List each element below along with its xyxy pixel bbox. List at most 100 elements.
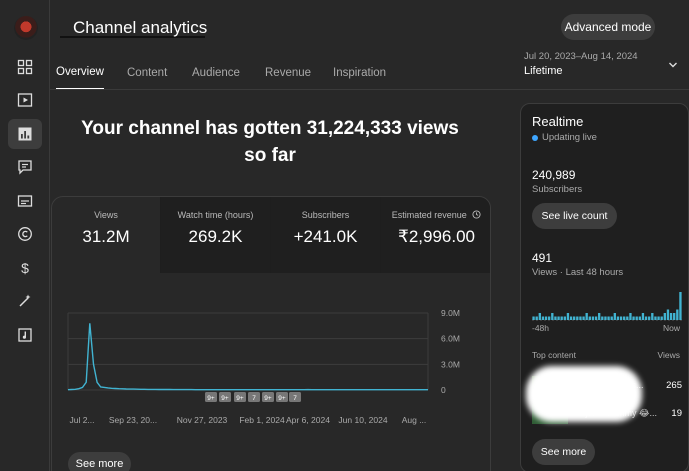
metric-tabs: Views 31.2M Watch time (hours) 269.2K Su…: [52, 197, 490, 273]
realtime-bar: [551, 313, 554, 320]
x-tick-label: Sep 23, 20...: [109, 415, 157, 425]
metric-label: Watch time (hours): [177, 210, 254, 220]
audio-library-icon[interactable]: [8, 320, 42, 350]
metric-label-text: Estimated revenue: [391, 210, 467, 220]
chart-marker-label: 7: [293, 395, 297, 402]
copyright-icon[interactable]: [8, 219, 42, 249]
tab-overview[interactable]: Overview: [56, 56, 104, 90]
metric-label: Estimated revenue: [392, 210, 482, 220]
banner-line-2: so far: [244, 145, 296, 166]
realtime-subscribers-label: Subscribers: [532, 184, 583, 195]
realtime-bar: [663, 313, 666, 320]
dashboard-icon[interactable]: [8, 52, 42, 82]
subtitles-icon[interactable]: [8, 186, 42, 216]
video-views: 265: [666, 380, 682, 391]
realtime-status: Updating live: [532, 132, 597, 143]
realtime-bar: [666, 309, 670, 320]
chart-marker-label: 9+: [236, 395, 244, 402]
tab-revenue[interactable]: Revenue: [265, 56, 311, 90]
y-tick-label: 3.0M: [441, 359, 460, 369]
realtime-bar: [626, 316, 629, 320]
header-divider: [50, 89, 689, 90]
see-more-button[interactable]: See more: [68, 452, 131, 471]
x-tick-label: Aug ...: [402, 415, 427, 425]
live-dot-icon: [532, 134, 538, 141]
tab-content[interactable]: Content: [127, 56, 167, 90]
metric-value: ₹2,996.00: [398, 227, 475, 246]
metric-value: 269.2K: [188, 227, 243, 246]
realtime-bar: [588, 316, 591, 320]
realtime-bar: [544, 316, 548, 320]
realtime-bar: [598, 313, 601, 320]
realtime-axis-end: Now: [662, 323, 680, 333]
realtime-bar: [594, 316, 598, 320]
realtime-bar: [585, 313, 588, 320]
realtime-status-text: Updating live: [542, 132, 597, 143]
date-period[interactable]: Lifetime: [524, 65, 563, 77]
realtime-bar: [532, 316, 535, 320]
metric-value: +241.0K: [293, 227, 358, 246]
chart-marker-label: 9+: [207, 395, 215, 402]
chevron-down-icon[interactable]: [668, 60, 678, 70]
top-content-label: Top content: [532, 350, 576, 360]
tab-audience[interactable]: Audience: [192, 56, 240, 90]
see-live-count-button[interactable]: See live count: [532, 203, 617, 229]
realtime-bar: [657, 316, 660, 320]
overview-card: Views 31.2M Watch time (hours) 269.2K Su…: [51, 196, 491, 471]
analytics-icon[interactable]: [8, 119, 42, 149]
realtime-bar: [560, 316, 563, 320]
metric-views[interactable]: Views 31.2M: [52, 197, 161, 273]
x-tick-label: Apr 6, 2024: [286, 415, 330, 425]
chart-marker-label: 7: [252, 395, 256, 402]
realtime-bar: [538, 313, 541, 320]
metric-subscribers[interactable]: Subscribers +241.0K: [271, 197, 381, 273]
metric-value: 31.2M: [82, 227, 130, 246]
realtime-bar: [535, 316, 538, 320]
metric-label: Views: [94, 210, 118, 220]
channel-avatar[interactable]: [14, 16, 38, 40]
y-tick-label: 9.0M: [441, 308, 460, 318]
left-rail: $: [0, 0, 50, 471]
date-range[interactable]: Jul 20, 2023–Aug 14, 2024: [524, 51, 638, 62]
realtime-bar: [651, 313, 654, 320]
chart-marker-label: 9+: [264, 395, 272, 402]
realtime-bar: [623, 316, 626, 320]
chart-marker-label: 9+: [278, 395, 286, 402]
metric-watch-time[interactable]: Watch time (hours) 269.2K: [161, 197, 271, 273]
realtime-bar: [569, 316, 573, 320]
views-banner: Your channel has gotten 31,224,333 views…: [55, 115, 485, 169]
redaction-blur: [526, 366, 642, 422]
realtime-bar: [541, 316, 545, 320]
realtime-bar: [629, 313, 632, 320]
realtime-bar: [557, 316, 560, 320]
realtime-bar: [632, 316, 635, 320]
realtime-bar: [579, 316, 582, 320]
realtime-views-label: Views · Last 48 hours: [532, 267, 624, 278]
comments-icon[interactable]: [8, 152, 42, 182]
realtime-bar-chart: [532, 292, 682, 321]
realtime-bar: [613, 313, 616, 320]
svg-text:$: $: [21, 260, 29, 276]
realtime-subscribers: 240,989: [532, 168, 576, 182]
views-column-label: Views: [657, 350, 680, 360]
advanced-mode-button[interactable]: Advanced mode: [561, 14, 655, 40]
content-icon[interactable]: [8, 85, 42, 115]
metric-revenue[interactable]: Estimated revenue ₹2,996.00: [381, 197, 490, 273]
realtime-bar: [635, 316, 638, 320]
views-series-line: [67, 323, 428, 391]
x-tick-label: Jun 10, 2024: [338, 415, 387, 425]
customization-icon[interactable]: [8, 286, 42, 316]
realtime-bar: [654, 316, 657, 320]
video-views: 19: [671, 408, 682, 419]
metric-label: Subscribers: [301, 210, 350, 220]
realtime-bar: [554, 316, 557, 320]
earn-icon[interactable]: $: [8, 253, 42, 283]
realtime-bar: [566, 313, 570, 320]
realtime-bar: [676, 309, 679, 320]
tab-inspiration[interactable]: Inspiration: [333, 56, 386, 90]
realtime-see-more-button[interactable]: See more: [532, 439, 595, 465]
realtime-bar: [573, 316, 576, 320]
x-tick-label: Nov 27, 2023: [177, 415, 228, 425]
page-title: Channel analytics: [73, 18, 208, 37]
realtime-bar: [638, 316, 641, 320]
